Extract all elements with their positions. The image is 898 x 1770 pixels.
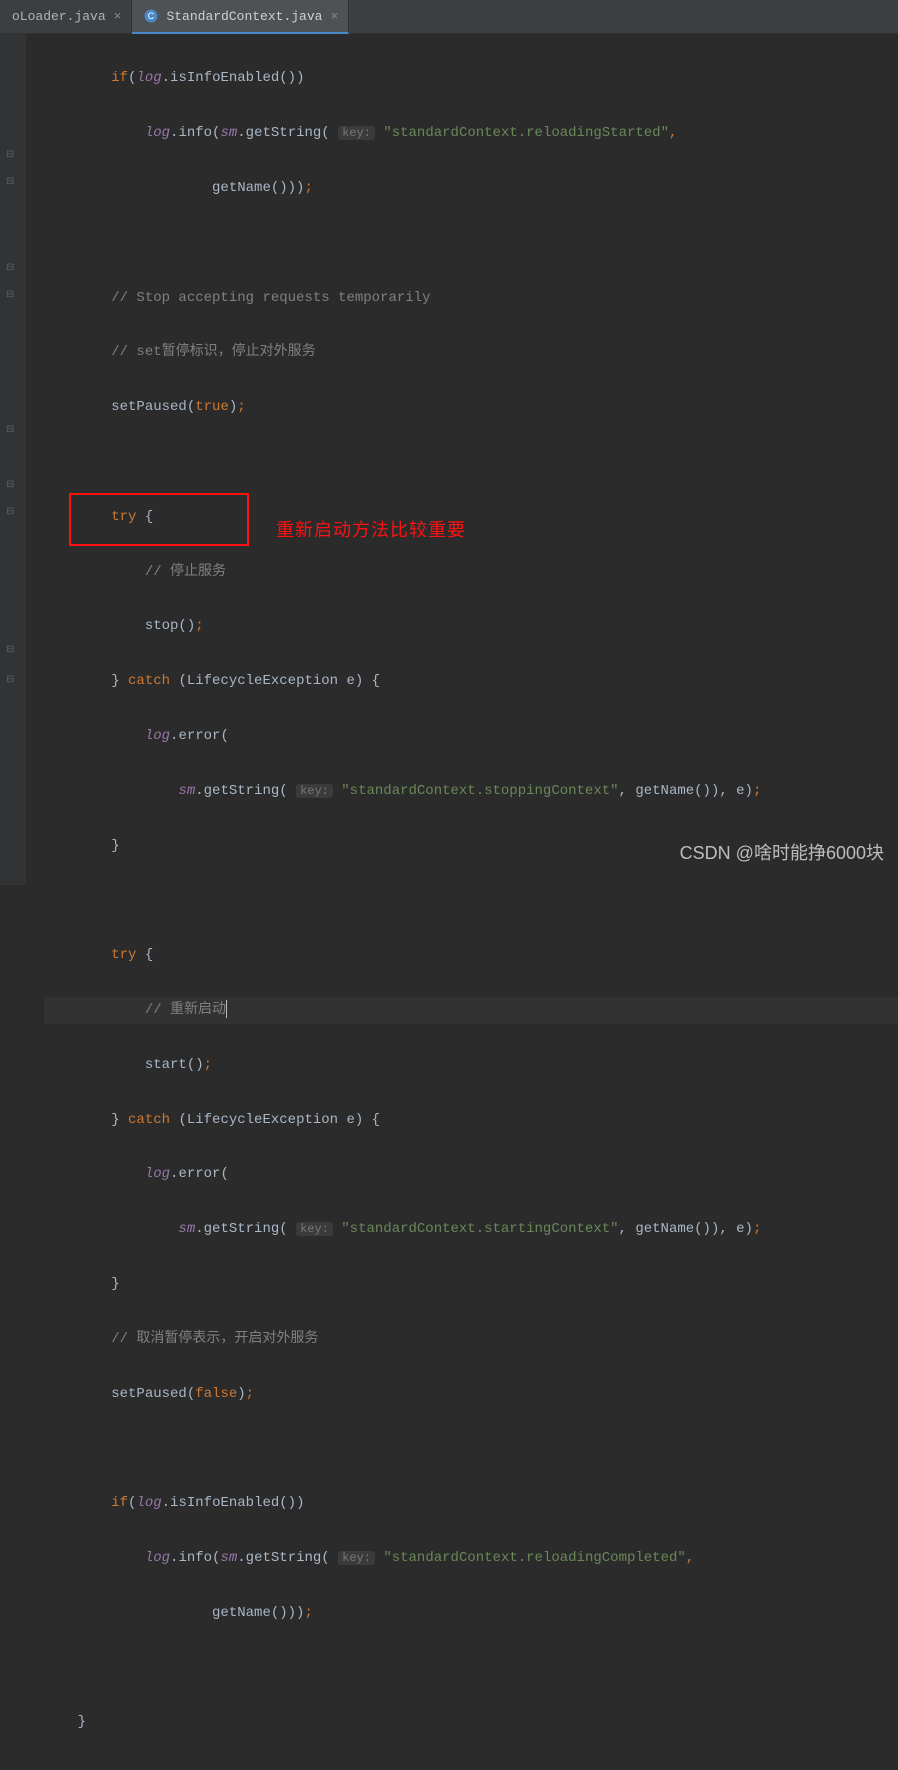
comment: // Stop accepting requests temporarily	[111, 290, 430, 306]
close-icon[interactable]: ×	[114, 9, 122, 24]
comment: // 停止服务	[145, 564, 226, 580]
fold-icon[interactable]: ⊟	[6, 424, 18, 436]
fold-icon[interactable]: ⊟	[6, 149, 18, 161]
close-icon[interactable]: ×	[330, 9, 338, 24]
param-hint: key:	[296, 784, 333, 798]
annotation-text: 重新启动方法比较重要	[276, 517, 466, 544]
gutter[interactable]: ⊟ ⊟ ⊟ ⊟ ⊟ ⊟ ⊟ ⊟ ⊟	[0, 34, 26, 885]
param-hint: key:	[338, 1551, 375, 1565]
param-hint: key:	[338, 126, 375, 140]
editor: ⊟ ⊟ ⊟ ⊟ ⊟ ⊟ ⊟ ⊟ ⊟ if(log.isInfoEnabled()…	[0, 34, 898, 885]
editor-tabs: oLoader.java × C StandardContext.java ×	[0, 0, 898, 34]
comment: // set暂停标识，停止对外服务	[111, 344, 315, 360]
caret-line: // 重新启动	[44, 997, 898, 1024]
fold-icon[interactable]: ⊟	[6, 289, 18, 301]
fold-icon[interactable]: ⊟	[6, 262, 18, 274]
tab-label: oLoader.java	[12, 9, 106, 24]
code-area[interactable]: if(log.isInfoEnabled()) log.info(sm.getS…	[26, 34, 898, 885]
svg-text:C: C	[148, 11, 155, 21]
tab-label: StandardContext.java	[166, 9, 322, 24]
fold-icon[interactable]: ⊟	[6, 176, 18, 188]
comment: // 重新启动	[145, 1002, 226, 1018]
fold-icon[interactable]: ⊟	[6, 644, 18, 656]
comment: // 取消暂停表示，开启对外服务	[111, 1331, 318, 1347]
fold-icon[interactable]: ⊟	[6, 479, 18, 491]
caret	[226, 1000, 227, 1018]
tab-standard-context[interactable]: C StandardContext.java ×	[132, 0, 349, 34]
class-icon: C	[144, 9, 158, 23]
watermark: CSDN @啥时能挣6000块	[680, 839, 884, 865]
param-hint: key:	[296, 1222, 333, 1236]
fold-icon[interactable]: ⊟	[6, 674, 18, 686]
fold-icon[interactable]: ⊟	[6, 506, 18, 518]
tab-loader[interactable]: oLoader.java ×	[0, 0, 132, 33]
